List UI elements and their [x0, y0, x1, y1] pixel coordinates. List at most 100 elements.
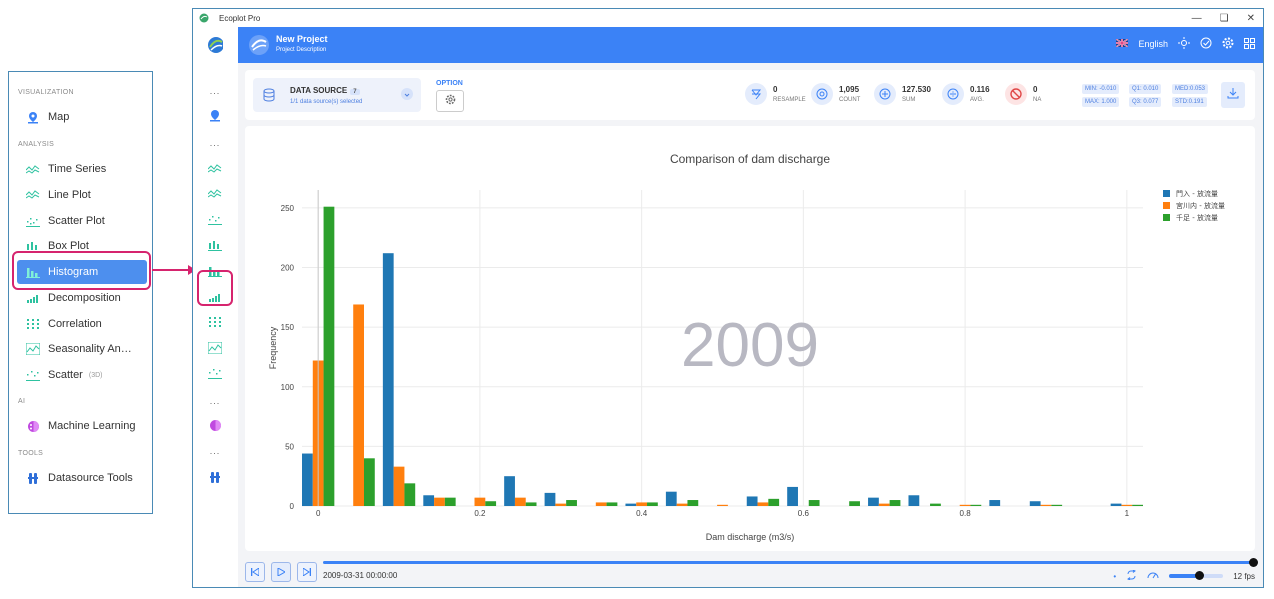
minimize-icon[interactable]: —	[1192, 13, 1202, 24]
menu-item-label: Time Series	[48, 163, 107, 175]
y-axis-label: Frequency	[268, 326, 278, 369]
rail-scatter-plot-icon[interactable]	[207, 211, 223, 227]
play-icon	[277, 563, 287, 581]
histogram-bar	[746, 496, 758, 506]
histogram-bar	[849, 501, 860, 506]
menu-section-tools: TOOLS	[18, 450, 44, 457]
speed-slider[interactable]	[1169, 571, 1224, 580]
rail-correlation-icon[interactable]	[207, 314, 223, 330]
chevron-down-icon[interactable]	[401, 88, 413, 100]
rail-time-series-icon[interactable]	[207, 160, 223, 176]
grid-apps-icon[interactable]	[1244, 37, 1255, 51]
histogram-bar	[930, 503, 941, 506]
histogram-bar	[444, 497, 456, 506]
uk-flag-icon	[1116, 38, 1129, 49]
stat-label: AVG.	[970, 97, 984, 103]
rail-scatter-3d-icon[interactable]	[207, 365, 223, 381]
restore-icon[interactable]: ❏	[1220, 13, 1229, 24]
menu-item-line-plot[interactable]: Line Plot	[17, 183, 147, 207]
legend-swatch	[1163, 214, 1170, 221]
data-source-title: DATA SOURCE 7	[290, 86, 360, 95]
rail-box-plot-icon[interactable]	[207, 237, 223, 253]
close-icon[interactable]: ✕	[1247, 13, 1255, 24]
app-window: Ecoplot Pro — ❏ ✕ ... ... ... ... New Pr…	[192, 8, 1264, 588]
chart-card: 2009 0 50 100 150 200 250 0 0.2 0.4 0.6 0.8 1 Compa…	[245, 126, 1255, 551]
rail-more-icon: ...	[209, 446, 221, 456]
resample-icon	[745, 83, 767, 105]
skip-end-button[interactable]	[297, 562, 317, 582]
y-tick-label: 100	[281, 383, 295, 392]
histogram-bar	[757, 502, 769, 506]
download-icon	[1227, 86, 1239, 104]
option-gear-icon	[445, 92, 456, 110]
histogram-bar	[474, 497, 486, 506]
quantile-std: STD:0.191	[1172, 97, 1207, 107]
theme-sun-icon[interactable]	[1178, 37, 1190, 51]
skip-start-button[interactable]	[245, 562, 265, 582]
language-selector[interactable]: English	[1138, 39, 1168, 49]
histogram-bar	[787, 486, 798, 506]
chart-legend[interactable]: 門入 - 放流量宮川内 - 放流量千足 - 放流量	[1163, 189, 1225, 222]
rail-machine-learning-icon[interactable]	[207, 417, 223, 433]
check-circle-icon[interactable]	[1200, 37, 1212, 51]
timeline-handle[interactable]	[1249, 558, 1258, 567]
menu-item-scatter-3d[interactable]: Scatter (3D)	[17, 363, 147, 387]
menu-item-label: Map	[48, 111, 70, 123]
y-tick-label: 150	[281, 323, 295, 332]
y-tick-label: 200	[281, 264, 295, 273]
histogram-bar	[606, 502, 618, 506]
menu-item-correlation[interactable]: Correlation	[17, 312, 147, 336]
stat-value: 0	[773, 85, 778, 94]
menu-item-machine-learning[interactable]: Machine Learning	[17, 414, 147, 438]
histogram-bar	[1132, 504, 1143, 506]
rail-seasonality-icon[interactable]	[207, 340, 223, 356]
count-icon	[811, 83, 833, 105]
menu-item-label: Line Plot	[48, 189, 91, 201]
data-source-selector[interactable]: DATA SOURCE 7 1/1 data source(s) selected	[253, 78, 421, 112]
histogram-bar	[555, 503, 567, 506]
x-tick-label: 0	[316, 509, 321, 518]
histogram-bar	[676, 503, 688, 506]
menu-item-scatter-plot[interactable]: Scatter Plot	[17, 209, 147, 233]
scatter-3d-icon	[26, 368, 40, 382]
play-button[interactable]	[271, 562, 291, 582]
legend-label: 宮川内 - 放流量	[1176, 201, 1225, 210]
decomposition-icon	[26, 291, 40, 305]
histogram-bar	[1029, 501, 1041, 506]
project-name[interactable]: New Project	[276, 34, 328, 44]
timeline-track[interactable]	[323, 561, 1255, 564]
sum-icon	[874, 83, 896, 105]
average-icon	[942, 83, 964, 105]
menu-item-seasonality[interactable]: Seasonality An…	[17, 337, 147, 361]
rail-map-icon[interactable]	[207, 107, 223, 123]
rail-line-plot-icon[interactable]	[207, 186, 223, 202]
skip-end-icon	[302, 563, 311, 581]
rail-more-icon: ...	[209, 138, 221, 148]
stat-label: COUNT	[839, 97, 861, 103]
speed-slider-handle[interactable]	[1194, 571, 1204, 580]
quantile-min: MIN: -0.010	[1082, 84, 1120, 94]
menu-item-label: Scatter	[48, 369, 83, 381]
histogram-chart[interactable]: 2009 0 50 100 150 200 250 0 0.2 0.4 0.6 0.8 1 Compa…	[245, 126, 1255, 551]
menu-item-datasource-tools[interactable]: Datasource Tools	[17, 466, 147, 490]
histogram-bar	[595, 502, 607, 506]
histogram-bar	[566, 500, 577, 506]
loop-icon[interactable]	[1126, 569, 1137, 582]
database-icon	[261, 87, 277, 103]
y-tick-label: 50	[285, 442, 294, 451]
seasonality-icon	[26, 342, 40, 356]
legend-label: 門入 - 放流量	[1176, 189, 1218, 198]
histogram-bar	[485, 501, 497, 506]
settings-gear-icon[interactable]	[1222, 37, 1234, 51]
machine-learning-icon	[26, 419, 40, 433]
menu-item-time-series[interactable]: Time Series	[17, 157, 147, 181]
histogram-bar	[959, 504, 971, 506]
rail-datasource-tools-icon[interactable]	[207, 469, 223, 485]
menu-item-map[interactable]: Map	[17, 105, 147, 129]
option-button[interactable]	[436, 90, 464, 112]
rail-more-icon: ...	[209, 396, 221, 406]
download-button[interactable]	[1221, 82, 1245, 108]
histogram-bar	[504, 476, 515, 506]
project-description[interactable]: Project Description	[276, 47, 326, 53]
histogram-bar	[514, 497, 526, 506]
